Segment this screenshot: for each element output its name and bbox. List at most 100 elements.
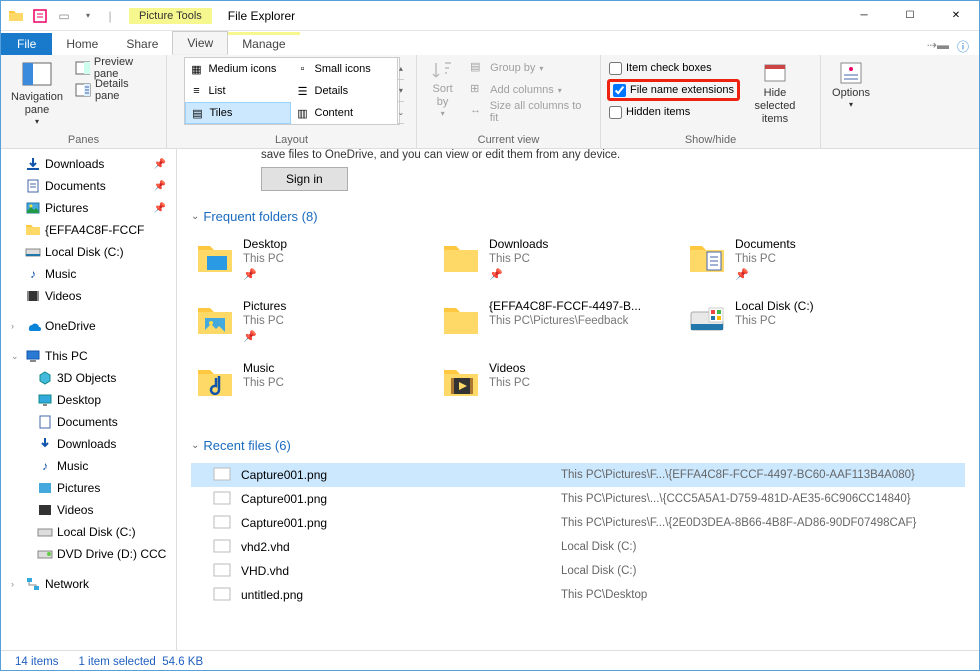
documents-icon xyxy=(25,178,41,194)
frequent-folder-item[interactable]: Music This PC xyxy=(191,358,437,420)
file-name: VHD.vhd xyxy=(241,564,561,578)
tree-this-pc[interactable]: ⌄ This PC xyxy=(1,345,176,367)
folder-name: Desktop xyxy=(243,236,287,252)
layout-details[interactable]: ☰Details xyxy=(291,80,397,102)
item-checkboxes-toggle[interactable]: Item check boxes xyxy=(607,57,740,79)
folder-name: Videos xyxy=(489,360,530,376)
file-icon xyxy=(213,515,233,531)
tree-downloads[interactable]: Downloads📌 xyxy=(1,153,176,175)
tree-desktop[interactable]: Desktop xyxy=(1,389,176,411)
file-path: This PC\Desktop xyxy=(561,589,647,601)
close-button[interactable]: ✕ xyxy=(933,1,979,31)
options-button[interactable]: Options ▾ xyxy=(828,57,874,112)
tree-videos-pc[interactable]: Videos xyxy=(1,499,176,521)
file-path: This PC\Pictures\F...\{EFFA4C8F-FCCF-449… xyxy=(561,469,915,481)
pin-ribbon-icon[interactable]: ⇢▬ xyxy=(927,38,949,55)
folder-location: This PC xyxy=(735,252,796,268)
qat-properties-icon[interactable] xyxy=(29,5,51,27)
content-area: Downloads📌 Documents📌 Pictures📌 {EFFA4C8… xyxy=(1,149,979,650)
file-path: This PC\Pictures\F...\{2E0D3DEA-8B66-4B8… xyxy=(561,517,916,529)
recent-files-header[interactable]: ⌄ Recent files (6) xyxy=(191,438,965,453)
status-selection: 1 item selected xyxy=(78,656,155,668)
hide-selected-button[interactable]: Hide selected items xyxy=(744,57,806,129)
tree-downloads-pc[interactable]: Downloads xyxy=(1,433,176,455)
tab-share[interactable]: Share xyxy=(112,33,172,55)
recent-file-row[interactable]: vhd2.vhd Local Disk (C:) xyxy=(191,535,965,559)
chevron-down-icon: ⌄ xyxy=(191,440,199,451)
tree-local-disk[interactable]: Local Disk (C:) xyxy=(1,241,176,263)
tree-documents[interactable]: Documents📌 xyxy=(1,175,176,197)
minimize-button[interactable]: ─ xyxy=(841,1,887,31)
layout-tiles[interactable]: ▤Tiles xyxy=(185,102,291,124)
status-item-count: 14 items xyxy=(15,656,58,668)
pc-icon xyxy=(25,348,41,364)
details-pane-button[interactable]: Details pane xyxy=(71,79,160,101)
recent-file-row[interactable]: Capture001.png This PC\Pictures\F...\{EF… xyxy=(191,463,965,487)
folder-location: This PC\Pictures\Feedback xyxy=(489,314,641,330)
navigation-pane-button[interactable]: Navigation pane ▾ xyxy=(7,57,67,129)
tab-home[interactable]: Home xyxy=(52,33,112,55)
size-columns-button[interactable]: ↔Size all columns to fit xyxy=(466,101,594,123)
add-columns-button[interactable]: ⊞Add columns ▾ xyxy=(466,79,594,101)
frequent-folder-item[interactable]: Desktop This PC 📌 xyxy=(191,234,437,296)
file-icon xyxy=(213,587,233,603)
frequent-folder-item[interactable]: Downloads This PC 📌 xyxy=(437,234,683,296)
tree-documents-pc[interactable]: Documents xyxy=(1,411,176,433)
qat-dropdown-icon[interactable]: ▾ xyxy=(77,5,99,27)
file-path: This PC\Pictures\...\{CCC5A5A1-D759-481D… xyxy=(561,493,911,505)
maximize-button[interactable]: ☐ xyxy=(887,1,933,31)
tree-3d-objects[interactable]: 3D Objects xyxy=(1,367,176,389)
tree-music-pc[interactable]: ♪Music xyxy=(1,455,176,477)
sign-in-button[interactable]: Sign in xyxy=(261,167,348,191)
tab-view[interactable]: View xyxy=(172,31,228,55)
tree-dvd-drive[interactable]: DVD Drive (D:) CCC xyxy=(1,543,176,565)
qat-new-folder-icon[interactable]: ▭ xyxy=(53,5,75,27)
tree-local-disk-pc[interactable]: Local Disk (C:) xyxy=(1,521,176,543)
layout-medium-icons[interactable]: ▦Medium icons xyxy=(185,58,291,80)
layout-small-icons[interactable]: ▫Small icons xyxy=(291,58,397,80)
tab-manage[interactable]: Manage xyxy=(228,32,299,55)
layout-scroll[interactable]: ▴▾⌄ xyxy=(397,58,405,124)
folder-name: {EFFA4C8F-FCCF-4497-B... xyxy=(489,298,641,314)
frequent-folder-item[interactable]: Documents This PC 📌 xyxy=(683,234,929,296)
tree-videos[interactable]: Videos xyxy=(1,285,176,307)
hidden-items-toggle[interactable]: Hidden items xyxy=(607,101,740,123)
tree-pictures-pc[interactable]: Pictures xyxy=(1,477,176,499)
recent-file-row[interactable]: VHD.vhd Local Disk (C:) xyxy=(191,559,965,583)
frequent-folder-item[interactable]: Pictures This PC 📌 xyxy=(191,296,437,358)
frequent-folders-header[interactable]: ⌄ Frequent folders (8) xyxy=(191,209,965,224)
file-name: untitled.png xyxy=(241,588,561,602)
tree-network[interactable]: › Network xyxy=(1,573,176,595)
file-name: vhd2.vhd xyxy=(241,540,561,554)
tree-pictures[interactable]: Pictures📌 xyxy=(1,197,176,219)
main-pane[interactable]: save files to OneDrive, and you can view… xyxy=(177,149,979,650)
tree-onedrive[interactable]: › OneDrive xyxy=(1,315,176,337)
file-name-extensions-toggle[interactable]: File name extensions xyxy=(607,79,740,101)
tree-guid-folder[interactable]: {EFFA4C8F-FCCF xyxy=(1,219,176,241)
frequent-folder-item[interactable]: {EFFA4C8F-FCCF-4497-B... This PC\Picture… xyxy=(437,296,683,358)
frequent-folder-item[interactable]: Local Disk (C:) This PC xyxy=(683,296,929,358)
layout-gallery[interactable]: ▦Medium icons ▫Small icons ≡List ☰Detail… xyxy=(184,57,400,125)
group-by-button[interactable]: ▤Group by ▾ xyxy=(466,57,594,79)
recent-file-row[interactable]: Capture001.png This PC\Pictures\...\{CCC… xyxy=(191,487,965,511)
recent-file-row[interactable]: untitled.png This PC\Desktop xyxy=(191,583,965,607)
navigation-tree[interactable]: Downloads📌 Documents📌 Pictures📌 {EFFA4C8… xyxy=(1,149,177,650)
music-icon: ♪ xyxy=(25,266,41,282)
currentview-group-label: Current view xyxy=(423,132,594,148)
folder-name: Pictures xyxy=(243,298,286,314)
layout-content[interactable]: ▥Content xyxy=(291,102,397,124)
help-icon[interactable]: ⓘ xyxy=(957,38,969,55)
frequent-folder-item[interactable]: Videos This PC xyxy=(437,358,683,420)
onedrive-icon xyxy=(25,318,41,334)
folder-icon xyxy=(439,298,483,342)
sort-by-button[interactable]: Sort by ▾ xyxy=(423,57,462,121)
qat-app-icon[interactable] xyxy=(5,5,27,27)
tree-music[interactable]: ♪ Music xyxy=(1,263,176,285)
preview-pane-button[interactable]: Preview pane xyxy=(71,57,160,79)
tab-file[interactable]: File xyxy=(1,33,52,55)
folder-location: This PC xyxy=(489,252,548,268)
panes-group-label: Panes xyxy=(7,132,160,148)
layout-list[interactable]: ≡List xyxy=(185,80,291,102)
recent-file-row[interactable]: Capture001.png This PC\Pictures\F...\{2E… xyxy=(191,511,965,535)
folder-icon xyxy=(25,222,41,238)
